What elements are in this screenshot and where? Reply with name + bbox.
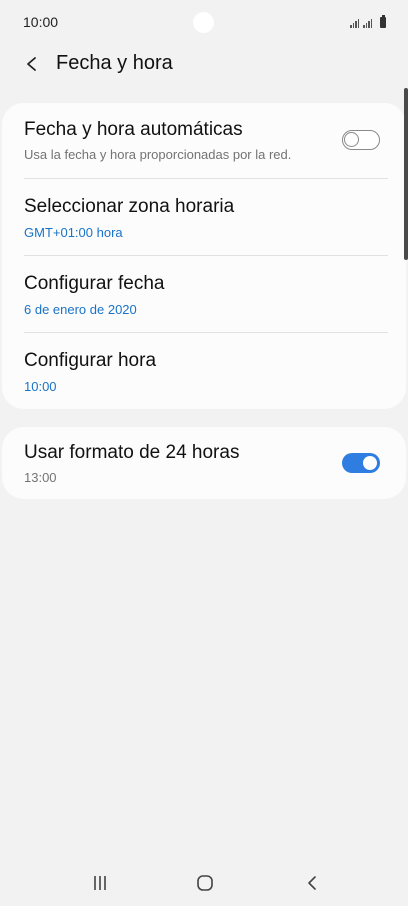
setting-set-time[interactable]: Configurar hora 10:00 bbox=[2, 334, 406, 411]
scrollbar[interactable] bbox=[404, 88, 408, 260]
setting-select-time-zone[interactable]: Seleccionar zona horaria GMT+01:00 hora bbox=[2, 180, 406, 257]
status-time: 10:00 bbox=[23, 14, 59, 30]
24-hour-format-toggle[interactable] bbox=[342, 453, 380, 473]
divider bbox=[24, 178, 388, 179]
divider bbox=[24, 332, 388, 333]
setting-title: Configurar fecha bbox=[24, 273, 165, 294]
setting-title: Configurar hora bbox=[24, 350, 157, 371]
status-icons bbox=[350, 14, 386, 28]
status-bar: 10:00 bbox=[0, 0, 408, 44]
signal-icon-2 bbox=[363, 18, 372, 28]
toggle-knob bbox=[361, 454, 379, 472]
setting-subtitle: Usa la fecha y hora proporcionadas por l… bbox=[24, 147, 292, 162]
setting-24-hour-format[interactable]: Usar formato de 24 horas 13:00 bbox=[2, 427, 406, 499]
setting-subtitle: 13:00 bbox=[24, 470, 57, 485]
setting-title: Seleccionar zona horaria bbox=[24, 196, 235, 217]
setting-set-date[interactable]: Configurar fecha 6 de enero de 2020 bbox=[2, 257, 406, 334]
page-title: Fecha y hora bbox=[56, 52, 173, 74]
signal-icon bbox=[350, 18, 359, 28]
screen: 10:00 Fecha y hora Fecha y hora automáti… bbox=[0, 0, 408, 906]
navigation-bar bbox=[0, 860, 408, 906]
back-button[interactable] bbox=[18, 50, 46, 78]
front-camera bbox=[193, 12, 214, 33]
automatic-date-time-toggle[interactable] bbox=[342, 130, 380, 150]
divider bbox=[24, 255, 388, 256]
setting-title: Fecha y hora automáticas bbox=[24, 119, 243, 140]
chevron-left-icon bbox=[27, 57, 36, 71]
back-icon bbox=[308, 876, 316, 890]
recents-button[interactable] bbox=[80, 868, 120, 898]
recents-icon bbox=[94, 876, 106, 890]
setting-subtitle: 6 de enero de 2020 bbox=[24, 302, 137, 317]
settings-group-date-time: Fecha y hora automáticas Usa la fecha y … bbox=[2, 103, 406, 409]
setting-subtitle: 10:00 bbox=[24, 379, 57, 394]
nav-back-button[interactable] bbox=[292, 868, 332, 898]
home-icon bbox=[197, 875, 213, 891]
settings-group-format: Usar formato de 24 horas 13:00 bbox=[2, 427, 406, 499]
home-button[interactable] bbox=[185, 868, 225, 898]
setting-subtitle: GMT+01:00 hora bbox=[24, 225, 123, 240]
app-header: Fecha y hora bbox=[0, 44, 408, 84]
setting-title: Usar formato de 24 horas bbox=[24, 442, 240, 463]
battery-icon bbox=[380, 15, 386, 28]
toggle-knob bbox=[344, 132, 359, 147]
setting-automatic-date-time[interactable]: Fecha y hora automáticas Usa la fecha y … bbox=[2, 103, 406, 180]
